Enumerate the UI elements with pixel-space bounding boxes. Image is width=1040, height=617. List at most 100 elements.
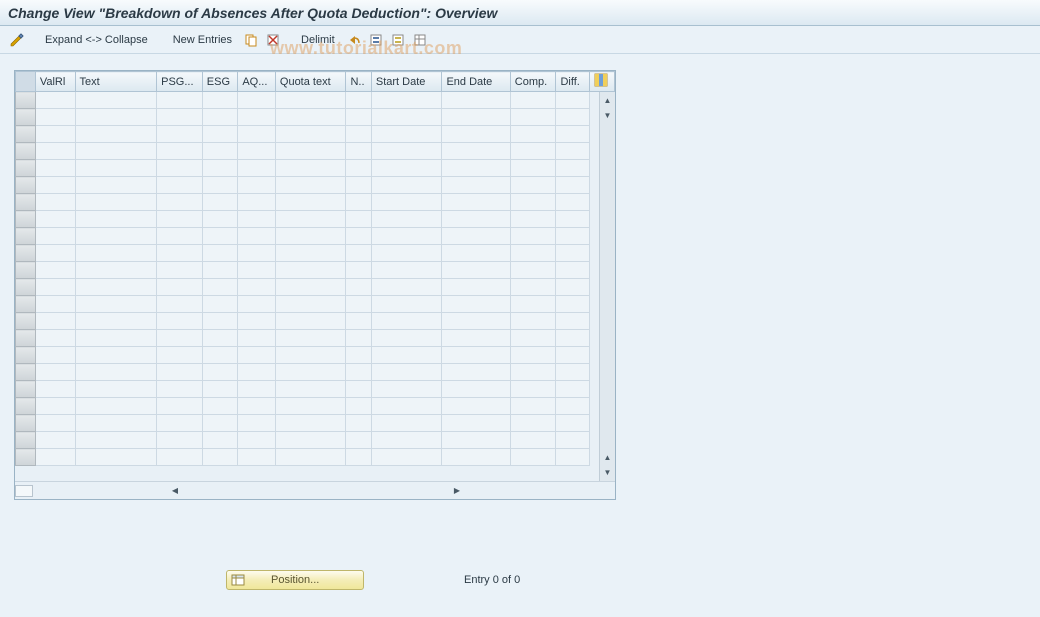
table-cell[interactable] [346, 143, 371, 160]
table-cell[interactable] [442, 296, 510, 313]
table-cell[interactable] [346, 160, 371, 177]
table-cell[interactable] [75, 449, 157, 466]
table-cell[interactable] [75, 194, 157, 211]
table-cell[interactable] [510, 177, 556, 194]
table-cell[interactable] [202, 296, 238, 313]
table-cell[interactable] [510, 160, 556, 177]
table-cell[interactable] [346, 296, 371, 313]
table-cell[interactable] [75, 381, 157, 398]
row-selector[interactable] [16, 160, 36, 177]
table-cell[interactable] [75, 109, 157, 126]
table-cell[interactable] [238, 194, 276, 211]
column-header[interactable]: ValRl [35, 72, 75, 92]
table-cell[interactable] [371, 143, 442, 160]
table-cell[interactable] [442, 432, 510, 449]
column-header[interactable]: PSG... [157, 72, 203, 92]
table-cell[interactable] [75, 364, 157, 381]
table-cell[interactable] [75, 415, 157, 432]
table-cell[interactable] [371, 228, 442, 245]
table-cell[interactable] [202, 245, 238, 262]
table-cell[interactable] [556, 398, 589, 415]
table-cell[interactable] [442, 228, 510, 245]
table-cell[interactable] [75, 330, 157, 347]
table-cell[interactable] [371, 313, 442, 330]
table-cell[interactable] [510, 245, 556, 262]
table-cell[interactable] [510, 449, 556, 466]
table-cell[interactable] [510, 109, 556, 126]
row-selector[interactable] [16, 296, 36, 313]
table-cell[interactable] [35, 228, 75, 245]
table-cell[interactable] [510, 364, 556, 381]
table-cell[interactable] [157, 109, 203, 126]
table-cell[interactable] [75, 228, 157, 245]
table-cell[interactable] [556, 347, 589, 364]
table-cell[interactable] [442, 262, 510, 279]
table-cell[interactable] [556, 211, 589, 228]
table-cell[interactable] [371, 364, 442, 381]
position-button[interactable]: Position... [226, 570, 364, 590]
table-cell[interactable] [442, 177, 510, 194]
table-cell[interactable] [510, 313, 556, 330]
table-cell[interactable] [75, 160, 157, 177]
table-cell[interactable] [238, 364, 276, 381]
copy-icon[interactable] [242, 31, 260, 49]
table-cell[interactable] [157, 126, 203, 143]
table-cell[interactable] [157, 330, 203, 347]
delete-icon[interactable] [264, 31, 282, 49]
column-header[interactable]: Text [75, 72, 157, 92]
row-selector[interactable] [16, 92, 36, 109]
table-cell[interactable] [275, 109, 346, 126]
table-cell[interactable] [35, 160, 75, 177]
table-cell[interactable] [157, 381, 203, 398]
table-cell[interactable] [75, 143, 157, 160]
table-cell[interactable] [202, 449, 238, 466]
table-cell[interactable] [35, 449, 75, 466]
table-cell[interactable] [202, 432, 238, 449]
new-entries-button[interactable]: New Entries [167, 30, 238, 50]
table-cell[interactable] [346, 364, 371, 381]
table-cell[interactable] [346, 262, 371, 279]
table-cell[interactable] [371, 296, 442, 313]
table-cell[interactable] [346, 228, 371, 245]
row-selector[interactable] [16, 109, 36, 126]
table-cell[interactable] [202, 177, 238, 194]
scroll-up-icon[interactable]: ▲ [601, 93, 615, 107]
table-cell[interactable] [442, 194, 510, 211]
table-cell[interactable] [371, 92, 442, 109]
table-cell[interactable] [75, 432, 157, 449]
table-cell[interactable] [510, 330, 556, 347]
table-cell[interactable] [75, 126, 157, 143]
table-cell[interactable] [556, 194, 589, 211]
table-cell[interactable] [510, 92, 556, 109]
table-cell[interactable] [346, 313, 371, 330]
table-cell[interactable] [238, 109, 276, 126]
table-cell[interactable] [202, 92, 238, 109]
table-cell[interactable] [442, 211, 510, 228]
table-cell[interactable] [371, 415, 442, 432]
horizontal-scrollbar[interactable]: ◀ ▶ [15, 481, 615, 499]
table-cell[interactable] [75, 279, 157, 296]
table-cell[interactable] [510, 143, 556, 160]
table-cell[interactable] [510, 262, 556, 279]
table-cell[interactable] [238, 126, 276, 143]
table-cell[interactable] [556, 262, 589, 279]
column-header[interactable]: Comp. [510, 72, 556, 92]
table-cell[interactable] [157, 415, 203, 432]
table-cell[interactable] [35, 381, 75, 398]
scroll-left-icon[interactable]: ◀ [168, 484, 182, 498]
table-cell[interactable] [157, 211, 203, 228]
table-cell[interactable] [556, 92, 589, 109]
table-cell[interactable] [238, 398, 276, 415]
table-cell[interactable] [238, 160, 276, 177]
table-cell[interactable] [238, 143, 276, 160]
table-cell[interactable] [346, 381, 371, 398]
table-cell[interactable] [346, 126, 371, 143]
table-cell[interactable] [238, 296, 276, 313]
table-cell[interactable] [275, 415, 346, 432]
table-cell[interactable] [238, 449, 276, 466]
table-cell[interactable] [556, 109, 589, 126]
table-cell[interactable] [157, 449, 203, 466]
table-cell[interactable] [35, 313, 75, 330]
table-cell[interactable] [346, 211, 371, 228]
table-cell[interactable] [202, 415, 238, 432]
